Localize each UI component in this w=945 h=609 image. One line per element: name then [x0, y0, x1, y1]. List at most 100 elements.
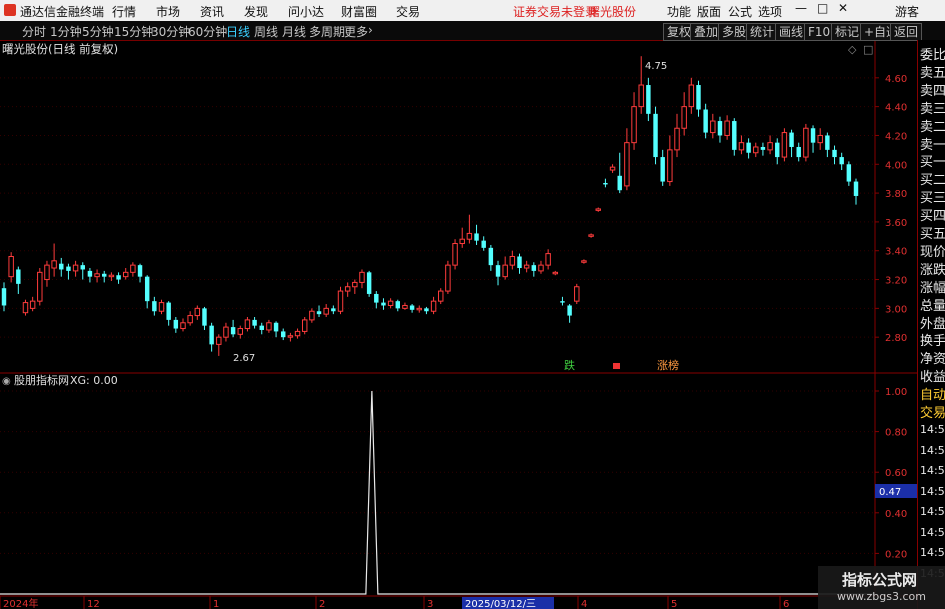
period-60min[interactable]: 60分钟 — [188, 23, 227, 40]
candle[interactable] — [538, 260, 544, 274]
candle[interactable] — [567, 304, 572, 323]
candle[interactable] — [523, 260, 530, 273]
chart-settings-icon[interactable]: ◇ — [848, 43, 857, 56]
candle[interactable] — [216, 334, 222, 356]
candle[interactable] — [29, 296, 36, 312]
candle[interactable] — [674, 113, 680, 158]
menu-item-ask[interactable]: 问小达 — [288, 3, 324, 20]
candle[interactable] — [825, 132, 830, 158]
period-monthly[interactable]: 月线 — [282, 23, 306, 40]
candle[interactable] — [416, 305, 422, 313]
candle[interactable] — [116, 272, 121, 284]
candle[interactable] — [387, 298, 394, 309]
candle[interactable] — [259, 322, 264, 335]
candle[interactable] — [359, 269, 365, 289]
candle[interactable] — [402, 302, 408, 310]
candle[interactable] — [16, 266, 21, 294]
candle[interactable] — [158, 299, 165, 315]
candle[interactable] — [667, 135, 673, 186]
btn-f10[interactable]: F10 — [804, 23, 835, 41]
menu-item-layout[interactable]: 版面 — [697, 3, 721, 20]
candle[interactable] — [166, 301, 171, 326]
period-more[interactable]: 更多 — [344, 23, 368, 40]
menu-item-trade[interactable]: 交易 — [396, 3, 420, 20]
candle[interactable] — [617, 152, 622, 194]
menu-item-market[interactable]: 行情 — [112, 3, 136, 20]
candle[interactable] — [202, 306, 207, 330]
candle[interactable] — [775, 138, 780, 165]
candle[interactable] — [80, 262, 85, 280]
candle[interactable] — [152, 296, 157, 316]
candle[interactable] — [244, 317, 251, 332]
candle[interactable] — [445, 260, 451, 294]
menu-item-news[interactable]: 资讯 — [200, 3, 224, 20]
candle[interactable] — [266, 319, 272, 333]
btn-stats[interactable]: 统计 — [746, 23, 779, 41]
marker-rank[interactable]: 涨榜 — [657, 358, 679, 372]
candle[interactable] — [495, 260, 501, 286]
candle[interactable] — [51, 243, 57, 277]
candle[interactable] — [517, 253, 522, 274]
candle[interactable] — [87, 268, 93, 283]
candle[interactable] — [545, 249, 551, 270]
candle[interactable] — [459, 227, 465, 248]
period-1min[interactable]: 1分钟 — [50, 23, 82, 40]
candle[interactable] — [1, 282, 7, 312]
candle[interactable] — [466, 214, 473, 244]
minimize-icon[interactable]: — — [795, 1, 807, 15]
candle[interactable] — [366, 270, 372, 297]
menu-item-discover[interactable]: 发现 — [244, 3, 268, 20]
candle[interactable] — [374, 291, 379, 309]
period-5min[interactable]: 5分钟 — [82, 23, 114, 40]
title-dropdown-icon[interactable]: ⌄ — [103, 43, 112, 56]
candle[interactable] — [638, 56, 644, 114]
candle[interactable] — [681, 92, 687, 136]
candle[interactable] — [230, 319, 236, 338]
marker-down[interactable]: 跌 — [564, 358, 575, 372]
candle[interactable] — [653, 106, 658, 165]
candle[interactable] — [294, 328, 301, 339]
candle[interactable] — [72, 260, 79, 277]
menu-item-formula[interactable]: 公式 — [728, 3, 752, 20]
candle[interactable] — [488, 244, 494, 271]
candle[interactable] — [703, 103, 708, 139]
indicator-series[interactable] — [0, 390, 875, 595]
candle[interactable] — [381, 298, 386, 310]
candle[interactable] — [66, 263, 71, 280]
user-label[interactable]: 游客 — [895, 3, 919, 20]
period-daily[interactable]: 日线 — [226, 23, 250, 40]
candle[interactable] — [781, 128, 788, 162]
candle[interactable] — [59, 257, 64, 277]
candle[interactable] — [8, 252, 14, 283]
candle[interactable] — [352, 279, 358, 294]
candle[interactable] — [724, 115, 730, 140]
candle[interactable] — [588, 233, 594, 238]
period-intraday[interactable]: 分时 — [22, 23, 46, 40]
period-15min[interactable]: 15分钟 — [114, 23, 153, 40]
candle[interactable] — [581, 259, 587, 264]
candlestick-series[interactable] — [1, 56, 859, 356]
candle[interactable] — [509, 250, 516, 270]
candle[interactable] — [252, 317, 257, 329]
btn-back[interactable]: 返回 — [890, 23, 923, 41]
candle[interactable] — [281, 328, 286, 341]
candle[interactable] — [603, 178, 608, 188]
candle[interactable] — [173, 317, 179, 333]
candle[interactable] — [144, 275, 150, 309]
candle[interactable] — [609, 164, 616, 173]
candle[interactable] — [560, 296, 565, 306]
candle[interactable] — [696, 80, 701, 117]
candle[interactable] — [137, 263, 143, 283]
candle[interactable] — [803, 123, 809, 162]
btn-draw[interactable]: 画线 — [775, 23, 808, 41]
indicator-collapse-icon[interactable]: ◉ — [2, 376, 11, 387]
candle[interactable] — [122, 268, 129, 280]
btn-mark[interactable]: 标记 — [831, 23, 864, 41]
candle[interactable] — [180, 318, 186, 332]
candle[interactable] — [102, 270, 107, 283]
candle[interactable] — [438, 288, 444, 305]
close-icon[interactable]: ✕ — [838, 1, 848, 15]
chart-area[interactable]: 4.60 4.40 4.20 4.00 3.80 3.60 3.40 3.20 3.00 2.80… — [0, 41, 917, 609]
candle[interactable] — [474, 224, 479, 245]
candle[interactable] — [94, 269, 100, 283]
